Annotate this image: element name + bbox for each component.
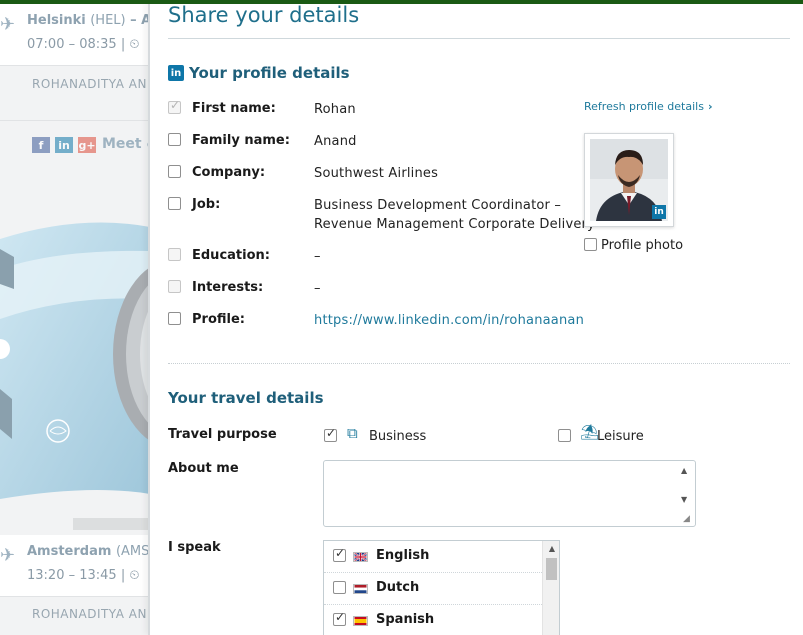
social-share-icons: f in g+ [32, 137, 96, 153]
field-value-education: – [314, 249, 321, 264]
flight-route: Helsinki (HEL) – Am [27, 13, 150, 28]
checkbox-business[interactable] [324, 426, 337, 442]
field-value-first-name: Rohan [314, 102, 356, 117]
airplane-illustration [0, 222, 150, 500]
flight-time: 13:20 – 13:45 | ⏲ [27, 568, 140, 583]
background-page: ✈ Helsinki (HEL) – Am 07:00 – 08:35 | ⏲ … [0, 4, 150, 635]
netherlands-flag-icon [353, 584, 368, 594]
top-accent-bar [0, 0, 803, 4]
flight-card-amsterdam[interactable]: ✈ Amsterdam (AMS) – 13:20 – 13:45 | ⏲ [0, 535, 150, 597]
section-divider [168, 363, 790, 364]
facebook-icon[interactable]: f [32, 137, 50, 153]
field-value-job-line2: Revenue Management Corporate Delivery [314, 217, 595, 232]
plane-icon: ✈ [0, 545, 16, 566]
field-value-job-line1: Business Development Coordinator – [314, 198, 562, 213]
share-details-panel: Share your details in Your profile detai… [148, 0, 803, 635]
field-label-first-name: First name: [192, 101, 276, 116]
checkbox-dutch[interactable] [333, 581, 346, 594]
google-plus-icon[interactable]: g+ [78, 137, 96, 153]
checkbox-leisure[interactable] [558, 429, 571, 442]
field-label-education: Education: [192, 248, 270, 263]
resize-handle-icon[interactable]: ◢ [683, 514, 799, 524]
scrollbar-thumb[interactable] [546, 558, 557, 580]
about-me-label: About me [168, 461, 239, 476]
profile-photo-frame: in [584, 133, 674, 227]
scroll-up-icon[interactable]: ▲ [549, 544, 555, 553]
profile-section-title: in Your profile details [168, 64, 350, 82]
checkbox-interests[interactable] [168, 280, 181, 293]
language-name: Dutch [376, 580, 420, 595]
about-me-textarea[interactable] [323, 460, 696, 527]
travel-section-title: Your travel details [168, 389, 324, 407]
language-list: English Dutch Spanish ▲ [323, 540, 560, 635]
leisure-label: Leisure [597, 429, 644, 444]
language-name: Spanish [376, 612, 435, 627]
language-name: English [376, 548, 430, 563]
checkbox-company[interactable] [168, 165, 181, 178]
field-label-family-name: Family name: [192, 133, 290, 148]
divider [0, 120, 150, 121]
checkbox-profile-photo[interactable] [584, 238, 597, 251]
passenger-name: ROHANADITYA AN [32, 77, 147, 91]
checkbox-first-name[interactable] [168, 98, 181, 114]
travel-purpose-label: Travel purpose [168, 427, 277, 442]
language-list-scrollbar[interactable]: ▲ [542, 541, 559, 635]
checkbox-family-name[interactable] [168, 133, 181, 146]
i-speak-label: I speak [168, 540, 221, 555]
linkedin-icon: in [652, 205, 666, 219]
linkedin-icon: in [168, 65, 184, 81]
spain-flag-icon [353, 616, 368, 626]
profile-photo-label: Profile photo [601, 238, 684, 253]
plane-icon: ✈ [0, 14, 16, 35]
field-label-interests: Interests: [192, 280, 264, 295]
passenger-name: ROHANADITYA AN [32, 607, 147, 621]
flight-time: 07:00 – 08:35 | ⏲ [27, 37, 140, 52]
field-label-company: Company: [192, 165, 266, 180]
refresh-profile-link[interactable]: Refresh profile details › [584, 100, 712, 113]
chevron-right-icon: › [707, 100, 713, 113]
language-item-dutch[interactable]: Dutch [324, 573, 542, 605]
field-label-job: Job: [192, 197, 221, 212]
language-item-spanish[interactable]: Spanish [324, 605, 542, 635]
panel-title: Share your details [168, 3, 360, 27]
checkbox-job[interactable] [168, 197, 181, 210]
meet-heading: Meet & [102, 136, 150, 152]
flight-card-helsinki[interactable]: ✈ Helsinki (HEL) – Am 07:00 – 08:35 | ⏲ [0, 4, 150, 66]
checkbox-english[interactable] [333, 546, 346, 562]
checkbox-profile[interactable] [168, 312, 181, 325]
uk-flag-icon [353, 552, 368, 562]
language-item-english[interactable]: English [324, 541, 542, 573]
linkedin-icon[interactable]: in [55, 137, 73, 153]
profile-photo: in [590, 139, 668, 221]
field-value-family-name: Anand [314, 134, 357, 149]
checkbox-education[interactable] [168, 248, 181, 261]
title-divider [168, 38, 790, 39]
horizontal-scrollbar[interactable] [73, 518, 150, 530]
briefcase-icon: ⧉ [347, 424, 358, 442]
scroll-down-icon[interactable]: ▼ [681, 495, 799, 504]
scroll-up-icon[interactable]: ▲ [681, 466, 799, 475]
field-value-company: Southwest Airlines [314, 166, 439, 181]
field-label-profile: Profile: [192, 312, 245, 327]
profile-url-link[interactable]: https://www.linkedin.com/in/rohanaanand [314, 311, 584, 330]
checkbox-spanish[interactable] [333, 610, 346, 626]
business-label: Business [369, 429, 427, 444]
field-value-interests: – [314, 281, 321, 296]
flight-route: Amsterdam (AMS) – [27, 544, 150, 559]
